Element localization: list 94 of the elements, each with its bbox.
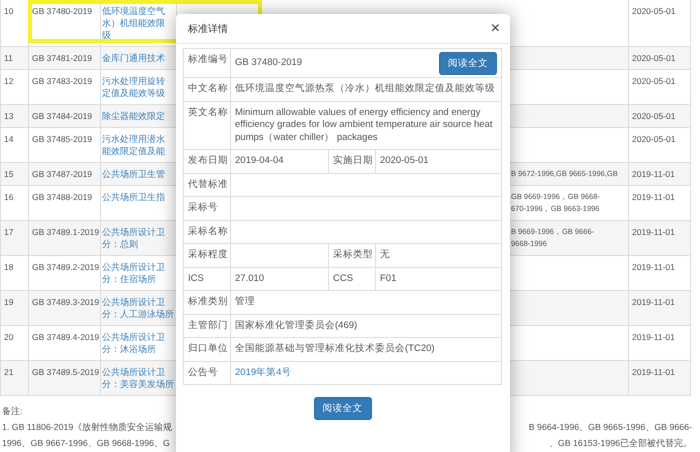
field-label: 采标号	[184, 197, 231, 220]
field-label: 公告号	[184, 362, 231, 384]
standard-name-link[interactable]: 金库门通用技术	[102, 52, 165, 64]
standard-name-link[interactable]: 污水处理用旋转	[102, 75, 165, 87]
field-label: 标准编号	[184, 49, 231, 77]
table-cell: 20	[1, 326, 29, 360]
close-button[interactable]: ×	[490, 20, 500, 38]
table-cell: GB 37488-2019	[29, 186, 101, 220]
standard-name-link[interactable]: 公共场所设计卫	[102, 261, 165, 273]
table-cell: 10	[1, 0, 29, 46]
table-cell: GB 37489.1-2019	[29, 221, 101, 255]
table-cell: 2020-05-01	[629, 47, 691, 69]
field-value: 2020-05-01	[379, 154, 430, 168]
table-cell: 12	[1, 70, 29, 104]
table-cell: GB 37487-2019	[29, 163, 101, 185]
field-label: 实施日期	[329, 150, 376, 172]
table-cell: GB 37481-2019	[29, 47, 101, 69]
field-value: 全国能源基础与管理标准化技术委员会(TC20)	[234, 342, 436, 356]
standard-name-link[interactable]: 分：美容美发场所	[102, 378, 174, 390]
note-text: 、GB 16153-1996已全部被代替完。	[548, 438, 692, 450]
field-value: 低环境温度空气源热泵（冷水）机组能效限定值及能效等级	[234, 82, 496, 96]
standard-name-link[interactable]: 水）机组能效限	[102, 17, 165, 29]
table-cell: 2019-11-01	[629, 221, 691, 255]
table-cell: 13	[1, 105, 29, 127]
standard-name-link[interactable]: 公共场所设计卫	[102, 226, 165, 238]
field-value: 管理	[234, 295, 256, 309]
field-label: 发布日期	[184, 150, 231, 172]
table-cell: 2020-05-01	[629, 105, 691, 127]
standard-name-link[interactable]: 公共场所设计卫	[102, 331, 165, 343]
field-label: 采标程度	[184, 244, 231, 266]
table-cell: 2020-05-01	[629, 70, 691, 104]
table-cell: 19	[1, 291, 29, 325]
table-cell: 2019-11-01	[629, 256, 691, 290]
read-full-text-button[interactable]: 阅读全文	[439, 52, 497, 74]
table-cell: 2019-11-01	[629, 361, 691, 395]
standard-name-link[interactable]: 分：住宿场所	[102, 273, 156, 285]
field-value: GB 37480-2019	[235, 56, 302, 70]
table-cell: 2019-11-01	[629, 163, 691, 185]
note-text: 1996、GB 9667-1996、GB 9668-1996、G	[2, 438, 170, 450]
dialog-title: 标准详情	[188, 22, 228, 36]
table-cell: 2019-11-01	[629, 326, 691, 360]
table-cell: GB 37484-2019	[29, 105, 101, 127]
standard-name-link[interactable]: 分：人工游泳场所	[102, 308, 174, 320]
standard-name-link[interactable]: 定值及能效等级	[102, 87, 165, 99]
field-label: 代替标准	[184, 174, 231, 196]
field-label: ICS	[184, 268, 231, 290]
field-value: F01	[379, 272, 398, 286]
standard-name-link[interactable]: 分：总则	[102, 238, 138, 250]
note-text: 1. GB 11806-2019《放射性物质安全运输规	[2, 422, 172, 434]
notes-label: 备注:	[2, 406, 22, 418]
table-cell: 2019-11-01	[629, 291, 691, 325]
read-full-text-button[interactable]: 阅读全文	[314, 397, 372, 420]
table-cell: 21	[1, 361, 29, 395]
field-label: 采标类型	[329, 244, 376, 266]
standard-name-link[interactable]: 污水处理用潜水	[102, 133, 165, 145]
table-cell: GB 37489.2-2019	[29, 256, 101, 290]
field-label: 采标名称	[184, 220, 231, 243]
standard-name-link[interactable]: 除尘器能效限定	[102, 110, 165, 122]
standard-name-link[interactable]: 公共场所卫生管	[102, 168, 165, 180]
note-text: B 9664-1996、GB 9665-1996、GB 9666-	[528, 422, 692, 434]
field-label: 中文名称	[184, 78, 231, 100]
announcement-link[interactable]: 2019年第4号	[235, 366, 292, 378]
table-cell: GB 37489.3-2019	[29, 291, 101, 325]
field-label: 主管部门	[184, 314, 231, 337]
table-cell: GB 37480-2019	[29, 0, 101, 46]
table-cell: 2020-05-01	[629, 0, 691, 46]
standard-name-link[interactable]: 能效限定值及能	[102, 145, 165, 157]
table-cell: 15	[1, 163, 29, 185]
field-label: 归口单位	[184, 338, 231, 360]
table-cell: GB 37489.5-2019	[29, 361, 101, 395]
table-cell: 11	[1, 47, 29, 69]
field-value: 27.010	[231, 268, 329, 290]
table-cell: 16	[1, 186, 29, 220]
table-cell: 17	[1, 221, 29, 255]
table-cell: 2019-11-01	[629, 186, 691, 220]
table-cell: 14	[1, 128, 29, 162]
standard-name-link[interactable]: 公共场所设计卫	[102, 296, 165, 308]
field-label: CCS	[329, 268, 376, 290]
table-cell: GB 37489.4-2019	[29, 326, 101, 360]
field-value: 无	[379, 248, 391, 262]
table-cell: 2020-05-01	[629, 128, 691, 162]
table-cell: GB 37483-2019	[29, 70, 101, 104]
table-cell: 18	[1, 256, 29, 290]
field-value: 国家标准化管理委员会(469)	[234, 318, 358, 332]
standard-name-link[interactable]: 低环境温度空气	[102, 5, 165, 17]
field-label: 标准类别	[184, 291, 231, 314]
standard-name-link[interactable]: 分：沐浴场所	[102, 343, 156, 355]
field-label: 英文名称	[184, 102, 231, 149]
standard-name-link[interactable]: 级	[102, 29, 111, 41]
standard-name-link[interactable]: 公共场所设计卫	[102, 366, 165, 378]
field-value: 2019-04-04	[231, 150, 329, 172]
table-cell: GB 37485-2019	[29, 128, 101, 162]
standard-name-link[interactable]: 公共场所卫生指	[102, 191, 165, 203]
field-value: Minimum allowable values of energy efficiency and energy efficiency grades for low ambient temperature air source heat pumps（water chiller） packages	[234, 106, 494, 144]
